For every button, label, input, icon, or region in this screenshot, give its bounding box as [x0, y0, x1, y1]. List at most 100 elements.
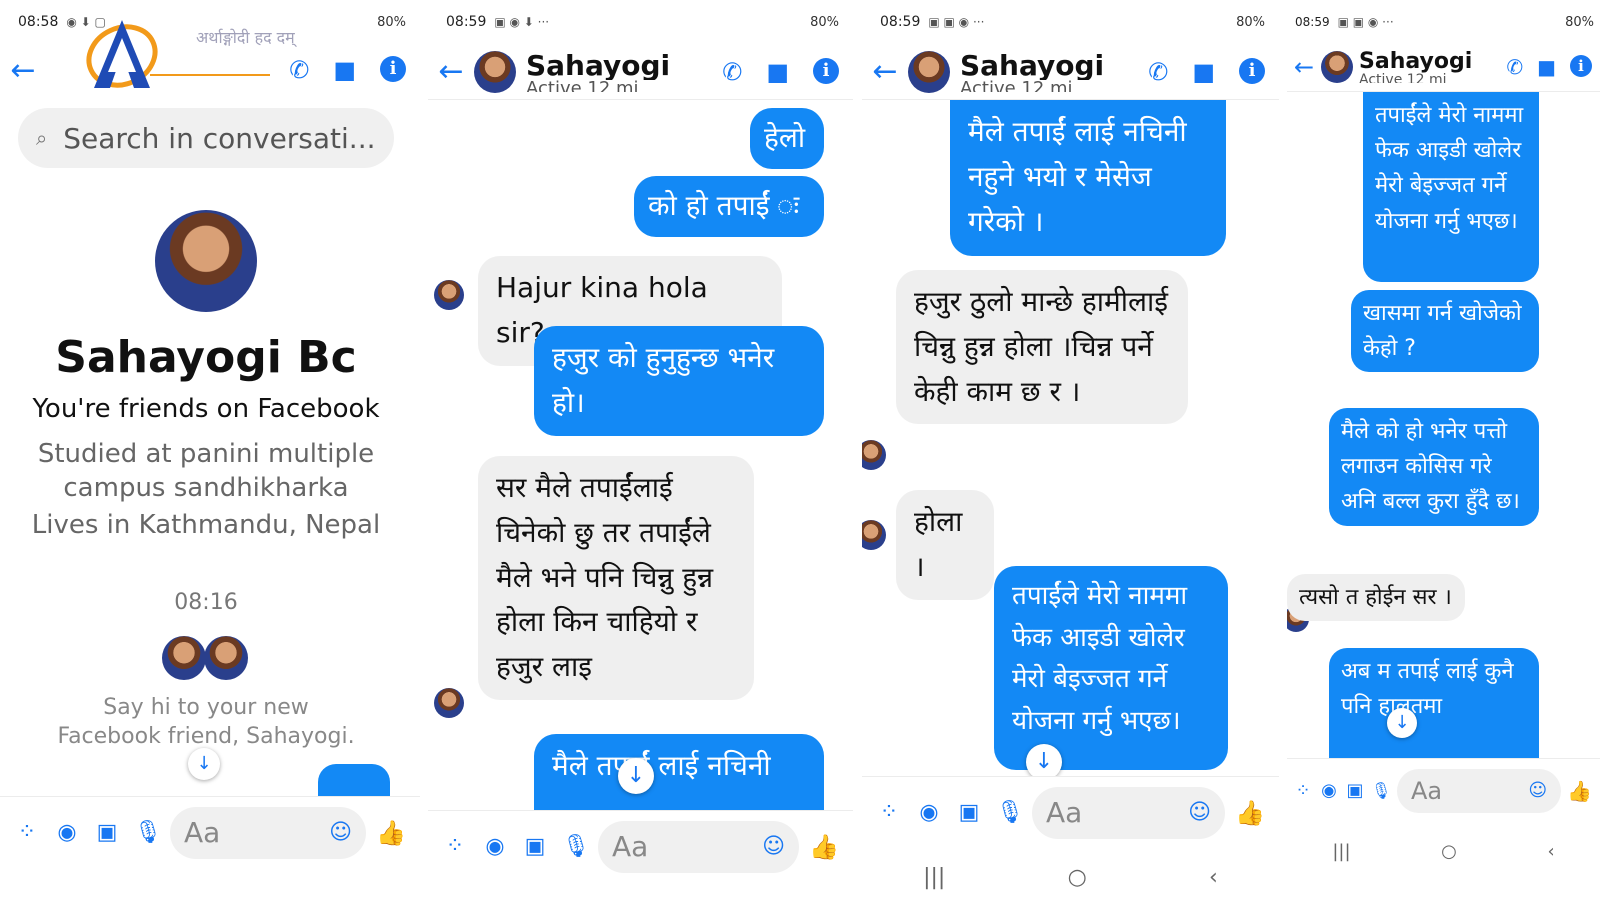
android-nav-bar: ||| ○ ‹: [862, 854, 1279, 900]
profile-study: Studied at panini multiple campus sandhi…: [37, 439, 375, 503]
contact-name[interactable]: Sahayogi: [960, 52, 1148, 80]
camera-icon[interactable]: ◉: [482, 834, 508, 859]
phone-icon[interactable]: ✆: [289, 56, 309, 84]
message-input[interactable]: Aa ☺: [1032, 786, 1226, 839]
camera-icon[interactable]: ◉: [54, 820, 80, 845]
apps-icon[interactable]: ⁘: [876, 800, 902, 825]
mic-icon[interactable]: 🎙: [1371, 781, 1391, 800]
gallery-icon[interactable]: ▣: [522, 834, 548, 859]
notification-icons: ▣ ▣ ◉ ···: [1337, 15, 1394, 29]
screen-chat-1: 08:59 ▣ ◉ ⬇ ··· 80% ← Sahayogi Active 12…: [428, 0, 853, 900]
message-outgoing[interactable]: हेलो: [750, 108, 824, 169]
notification-icons: ▣ ▣ ◉ ···: [928, 15, 985, 29]
info-icon[interactable]: i: [813, 57, 839, 84]
recents-icon[interactable]: |||: [923, 865, 945, 890]
message-input[interactable]: Aa ☺: [598, 820, 800, 873]
message-incoming[interactable]: हजुर ठुलो मान्छे हामीलाई चिन्नु हुन्न हो…: [896, 270, 1188, 425]
chat-header: ← Sahayogi Active 12 mi ✆ ■ i: [428, 44, 853, 100]
friend-avatar: [162, 636, 206, 680]
search-input[interactable]: Search in conversati...: [63, 122, 375, 155]
back-arrow-icon[interactable]: ←: [862, 54, 908, 89]
message-outgoing[interactable]: हजुर को हुनुहुन्छ भनेर हो।: [534, 326, 824, 436]
info-icon[interactable]: i: [1239, 57, 1265, 84]
message-outgoing[interactable]: खासमा गर्न खोजेको केहो ?: [1351, 290, 1539, 373]
gallery-icon[interactable]: ▣: [94, 820, 120, 845]
message-outgoing[interactable]: मैले तपाईं लाई नचिनी नहुने भयो र मेसेज ग…: [950, 100, 1226, 256]
status-time: 08:58: [18, 14, 59, 30]
like-icon[interactable]: 👍: [1235, 799, 1265, 827]
search-icon: ⌕: [36, 126, 48, 150]
message-outgoing[interactable]: को हो तपाईं ः: [634, 176, 824, 237]
emoji-icon[interactable]: ☺: [762, 834, 785, 859]
apps-icon[interactable]: ⁘: [14, 820, 40, 845]
video-icon[interactable]: ■: [1537, 55, 1556, 79]
emoji-icon[interactable]: ☺: [329, 820, 352, 845]
contact-avatar[interactable]: [1321, 50, 1353, 83]
video-icon[interactable]: ■: [1192, 58, 1215, 86]
emoji-icon[interactable]: ☺: [1188, 800, 1211, 825]
camera-icon[interactable]: ◉: [1319, 780, 1339, 801]
scroll-down-button[interactable]: ↓: [1387, 708, 1417, 738]
message-outgoing[interactable]: मैले तपाईं लाई नचिनी: [534, 734, 824, 810]
gallery-icon[interactable]: ▣: [956, 800, 982, 825]
info-icon[interactable]: i: [1570, 54, 1592, 77]
screenshot-collage: 08:58 ◉ ⬇ ▢ 80% अर्थाङ्गोदी हद दम् ← ✆ ■…: [0, 0, 1600, 900]
message-outgoing[interactable]: अब म तपाई लाई कुनै पनि हालतमा: [1329, 648, 1539, 758]
composer-bar: ⁘ ◉ ▣ 🎙 Aa ☺ 👍: [1287, 758, 1600, 822]
contact-avatar[interactable]: [474, 50, 516, 93]
back-arrow-icon[interactable]: ←: [428, 54, 474, 89]
video-icon[interactable]: ■: [333, 56, 356, 84]
scroll-down-button[interactable]: ↓: [188, 748, 220, 780]
composer-bar: ⁘ ◉ ▣ 🎙 Aa ☺ 👍: [862, 776, 1279, 848]
home-icon[interactable]: ○: [1068, 865, 1087, 890]
message-outgoing[interactable]: तपाईंले मेरो नाममा फेक आइडी खोलेर मेरो ब…: [1363, 92, 1539, 282]
contact-name[interactable]: Sahayogi: [1359, 51, 1506, 73]
status-bar: 08:59 ▣ ◉ ⬇ ··· 80%: [446, 10, 839, 34]
back-arrow-icon[interactable]: ←: [1287, 53, 1321, 81]
message-placeholder: Aa: [184, 816, 221, 849]
phone-icon[interactable]: ✆: [722, 58, 742, 86]
like-icon[interactable]: 👍: [809, 833, 839, 861]
android-nav-bar: ||| ○ ‹: [1287, 828, 1600, 874]
watermark-text: अर्थाङ्गोदी हद दम्: [196, 28, 295, 47]
video-icon[interactable]: ■: [766, 58, 789, 86]
phone-icon[interactable]: ✆: [1506, 55, 1523, 79]
home-icon[interactable]: ○: [1441, 841, 1457, 862]
like-icon[interactable]: 👍: [1567, 779, 1592, 803]
scroll-down-button[interactable]: ↓: [618, 758, 654, 794]
chat-header: ← Sahayogi Active 12 mi ✆ ■ i: [1287, 42, 1600, 92]
like-icon[interactable]: 👍: [376, 819, 406, 847]
mic-icon[interactable]: 🎙: [996, 800, 1024, 825]
status-bar: 08:59 ▣ ▣ ◉ ··· 80%: [880, 10, 1265, 34]
back-arrow-icon[interactable]: ←: [0, 53, 46, 88]
info-icon[interactable]: i: [380, 56, 406, 82]
message-incoming[interactable]: होला ।: [896, 490, 994, 600]
contact-name[interactable]: Sahayogi: [526, 52, 722, 80]
recents-icon[interactable]: |||: [1332, 841, 1350, 862]
mic-icon[interactable]: 🎙: [562, 834, 590, 859]
contact-avatar[interactable]: [908, 50, 950, 93]
gallery-icon[interactable]: ▣: [1345, 780, 1365, 801]
camera-icon[interactable]: ◉: [916, 800, 942, 825]
message-incoming[interactable]: सर मैले तपाईंलाई चिनेको छु तर तपाईंले मै…: [478, 456, 754, 700]
screen-profile: 08:58 ◉ ⬇ ▢ 80% अर्थाङ्गोदी हद दम् ← ✆ ■…: [0, 0, 420, 900]
emoji-icon[interactable]: ☺: [1528, 780, 1547, 801]
message-outgoing[interactable]: तपाईंले मेरो नाममा फेक आइडी खोलेर मेरो ब…: [994, 566, 1228, 770]
nav-back-icon[interactable]: ‹: [1209, 865, 1218, 890]
phone-icon[interactable]: ✆: [1148, 58, 1168, 86]
nav-back-icon[interactable]: ‹: [1547, 841, 1554, 862]
active-status: Active 12 mi: [526, 79, 639, 92]
scroll-down-button[interactable]: ↓: [1026, 744, 1062, 780]
message-input[interactable]: Aa ☺: [1397, 768, 1562, 813]
message-placeholder: Aa: [1046, 796, 1083, 829]
composer-bar: ⁘ ◉ ▣ 🎙 Aa ☺ 👍: [0, 796, 420, 868]
message-incoming[interactable]: त्यसो त होईन सर ।: [1287, 574, 1465, 622]
mic-icon[interactable]: 🎙: [134, 820, 162, 845]
message-outgoing[interactable]: मैले को हो भनेर पत्तो लगाउन कोसिस गरे अन…: [1329, 408, 1539, 526]
sender-avatar: [434, 280, 464, 310]
apps-icon[interactable]: ⁘: [442, 834, 468, 859]
status-time: 08:59: [446, 14, 487, 30]
search-bar[interactable]: ⌕ Search in conversati...: [18, 108, 394, 168]
apps-icon[interactable]: ⁘: [1293, 780, 1313, 801]
message-input[interactable]: Aa ☺: [170, 806, 367, 859]
